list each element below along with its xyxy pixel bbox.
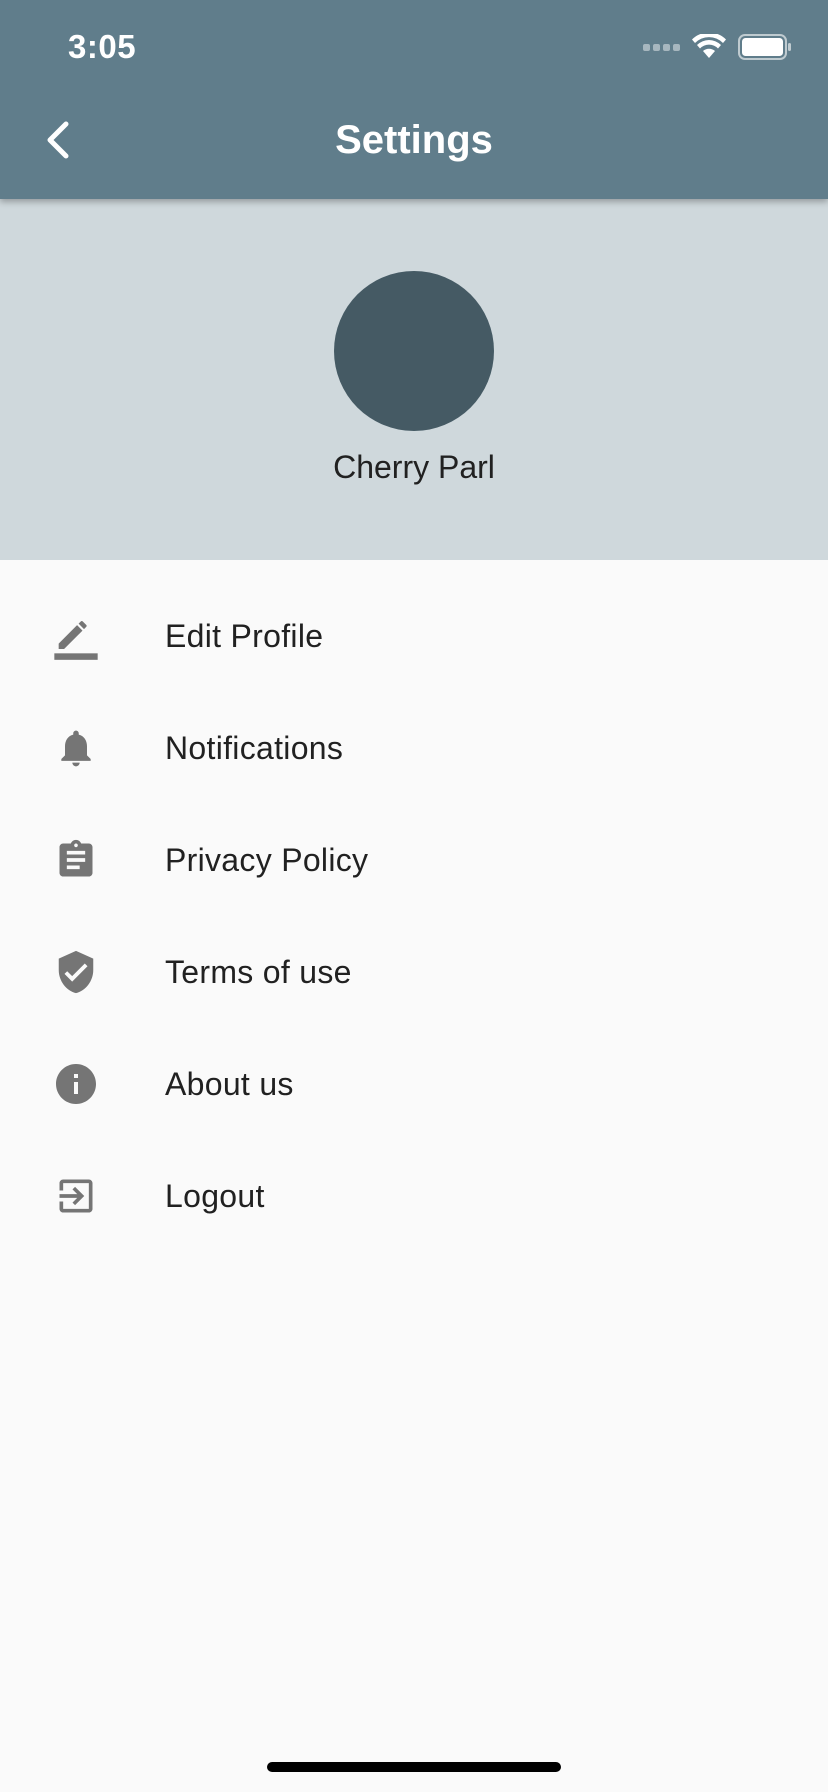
menu-item-label: Privacy Policy bbox=[165, 841, 369, 878]
profile-header: Cherry Parl bbox=[0, 199, 828, 560]
menu-item-label: Logout bbox=[165, 1177, 265, 1214]
menu-item-label: About us bbox=[165, 1065, 294, 1102]
avatar[interactable] bbox=[334, 271, 494, 431]
home-indicator[interactable] bbox=[267, 1762, 561, 1772]
bell-icon bbox=[48, 720, 104, 776]
wifi-icon bbox=[692, 34, 726, 58]
page-title: Settings bbox=[335, 118, 493, 162]
settings-menu: Edit Profile Notifications Privacy Polic… bbox=[0, 580, 828, 1252]
menu-item-label: Terms of use bbox=[165, 953, 352, 990]
edit-pencil-icon bbox=[48, 608, 104, 664]
menu-item-privacy-policy[interactable]: Privacy Policy bbox=[0, 804, 828, 916]
cellular-signal-icon bbox=[643, 43, 680, 51]
menu-item-label: Notifications bbox=[165, 729, 344, 766]
profile-name: Cherry Parl bbox=[333, 449, 495, 485]
status-time: 3:05 bbox=[68, 28, 137, 65]
status-icons bbox=[643, 34, 792, 60]
app-bar: 3:05 Settings bbox=[0, 0, 828, 199]
menu-item-label: Edit Profile bbox=[165, 617, 324, 654]
clipboard-icon bbox=[48, 832, 104, 888]
exit-icon bbox=[48, 1168, 104, 1224]
settings-screen: 3:05 Settings Cherry Parl Edit Profile N… bbox=[0, 0, 828, 1792]
menu-item-edit-profile[interactable]: Edit Profile bbox=[0, 580, 828, 692]
menu-item-terms-of-use[interactable]: Terms of use bbox=[0, 916, 828, 1028]
menu-item-about-us[interactable]: About us bbox=[0, 1028, 828, 1140]
battery-icon bbox=[738, 34, 791, 60]
info-icon bbox=[48, 1056, 104, 1112]
menu-item-logout[interactable]: Logout bbox=[0, 1140, 828, 1252]
shield-check-icon bbox=[48, 944, 104, 1000]
menu-item-notifications[interactable]: Notifications bbox=[0, 692, 828, 804]
